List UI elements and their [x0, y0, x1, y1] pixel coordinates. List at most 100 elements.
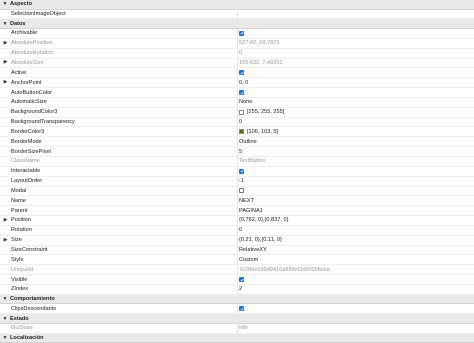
property-value[interactable]: 0, 0: [239, 80, 474, 86]
property-value[interactable]: [239, 90, 474, 96]
color-swatch[interactable]: [239, 129, 244, 135]
section-header[interactable]: ▼ Datos: [0, 19, 474, 30]
property-name: AnchorPoint: [11, 79, 42, 86]
section-header[interactable]: ▼ Comportamiento: [0, 294, 474, 305]
property-row[interactable]: LayoutOrder -1: [0, 176, 474, 187]
property-value[interactable]: None: [239, 99, 474, 105]
property-row[interactable]: BackgroundColor3 [255, 255, 255]: [0, 107, 474, 118]
property-value[interactable]: [239, 70, 474, 76]
property-value[interactable]: -1: [239, 178, 474, 184]
property-row[interactable]: ▶ AbsolutePosition 527.42, 69.7873: [0, 38, 474, 49]
property-name: AbsoluteSize: [11, 59, 44, 66]
property-name: Archivable: [11, 30, 38, 37]
property-value[interactable]: 0: [239, 50, 474, 56]
property-row[interactable]: AbsoluteRotation 0: [0, 48, 474, 59]
column-divider: [237, 235, 238, 245]
checkbox-checked[interactable]: [239, 90, 244, 96]
property-row[interactable]: UniqueId 7c200e199d0416af06fef3c0000bcba: [0, 265, 474, 276]
property-value[interactable]: 155.632, 7.49251: [239, 60, 474, 66]
property-row[interactable]: BorderMode Outline: [0, 137, 474, 148]
property-row[interactable]: AutoButtonColor: [0, 88, 474, 98]
property-name: Rotation: [11, 227, 32, 234]
chevron-right-icon[interactable]: ▶: [0, 238, 11, 243]
property-row[interactable]: Visible: [0, 275, 474, 285]
property-name: AutoButtonColor: [11, 89, 53, 96]
chevron-right-icon[interactable]: ▶: [0, 60, 11, 65]
property-value[interactable]: [239, 188, 474, 194]
property-name: Parent: [11, 207, 28, 214]
property-row[interactable]: BorderColor3 [106, 103, 5]: [0, 127, 474, 138]
property-value-text: NEXT: [239, 197, 254, 204]
property-row[interactable]: Style Custom: [0, 255, 474, 266]
property-row[interactable]: Rotation 0: [0, 225, 474, 236]
property-value[interactable]: 7c200e199d0416af06fef3c0000bcba: [239, 267, 474, 273]
property-row[interactable]: ▶ Position {0.762, 0},{0.837, 0}: [0, 216, 474, 226]
property-value[interactable]: Outline: [239, 139, 474, 145]
chevron-down-icon[interactable]: ▼: [0, 296, 10, 302]
property-value[interactable]: 0: [239, 119, 474, 125]
property-row[interactable]: Name NEXT: [0, 196, 474, 207]
property-value-text: 0: [239, 50, 243, 57]
checkbox-checked[interactable]: [239, 30, 244, 36]
property-row[interactable]: Archivable: [0, 29, 474, 39]
property-row[interactable]: GuiState Idle: [0, 323, 474, 334]
chevron-right-icon[interactable]: ▶: [0, 218, 11, 223]
property-row[interactable]: Modal: [0, 186, 474, 197]
property-row[interactable]: ▶ AnchorPoint 0, 0: [0, 78, 474, 89]
property-name: Active: [11, 69, 27, 76]
chevron-right-icon[interactable]: ▶: [0, 41, 11, 46]
property-value[interactable]: RelativeXY: [239, 247, 474, 253]
property-value[interactable]: [239, 168, 474, 174]
property-row[interactable]: ▶ AbsoluteSize 155.632, 7.49251: [0, 58, 474, 69]
checkbox-checked[interactable]: [239, 277, 244, 283]
color-swatch[interactable]: [239, 109, 244, 115]
property-row[interactable]: BackgroundTransparency 0: [0, 117, 474, 128]
chevron-down-icon[interactable]: ▼: [0, 335, 10, 341]
property-row[interactable]: SelectionImageObject: [0, 9, 474, 20]
property-value[interactable]: {0.762, 0},{0.837, 0}: [239, 217, 474, 223]
column-divider: [237, 127, 238, 137]
property-value[interactable]: {0.21, 0},{0.11, 0}: [239, 237, 474, 243]
property-row[interactable]: ▶ Size {0.21, 0},{0.11, 0}: [0, 235, 474, 246]
property-value[interactable]: [239, 306, 474, 312]
section-header[interactable]: ▼ Estado: [0, 314, 474, 324]
property-value[interactable]: [239, 277, 474, 283]
chevron-down-icon[interactable]: ▼: [0, 316, 10, 322]
column-divider: [237, 225, 238, 235]
section-header[interactable]: ▼ Localización: [0, 333, 474, 343]
property-value[interactable]: [106, 103, 5]: [239, 129, 474, 135]
property-value[interactable]: 5: [239, 149, 474, 155]
property-row[interactable]: Parent PAGINA1: [0, 206, 474, 217]
property-row[interactable]: SizeConstraint RelativeXY: [0, 245, 474, 256]
property-row[interactable]: AutomaticSize None: [0, 97, 474, 108]
property-row[interactable]: Active: [0, 68, 474, 79]
property-value[interactable]: 2: [239, 286, 474, 292]
property-value[interactable]: NEXT: [239, 198, 474, 204]
property-row[interactable]: ClassName TextButton: [0, 157, 474, 167]
section-title: Estado: [10, 315, 29, 322]
property-row[interactable]: ZIndex 2: [0, 284, 474, 295]
property-row[interactable]: Interactable: [0, 166, 474, 177]
checkbox-checked[interactable]: [239, 168, 244, 174]
property-row[interactable]: ClipsDescendants: [0, 304, 474, 315]
property-value-text: [106, 103, 5]: [247, 128, 279, 135]
property-name: BorderMode: [11, 138, 42, 145]
checkbox-checked[interactable]: [239, 70, 244, 76]
chevron-down-icon[interactable]: ▼: [0, 1, 10, 7]
property-name: BackgroundTransparency: [11, 119, 75, 126]
property-value[interactable]: TextButton: [239, 158, 474, 164]
checkbox-checked[interactable]: [239, 306, 244, 312]
property-value[interactable]: PAGINA1: [239, 208, 474, 214]
property-row[interactable]: BorderSizePixel 5: [0, 147, 474, 157]
property-value[interactable]: Idle: [239, 325, 474, 331]
chevron-right-icon[interactable]: ▶: [0, 80, 11, 85]
section-header[interactable]: ▼ Aspecto: [0, 0, 474, 10]
property-value[interactable]: Custom: [239, 257, 474, 263]
property-value[interactable]: [239, 30, 474, 36]
property-name: LayoutOrder: [11, 178, 43, 185]
chevron-down-icon[interactable]: ▼: [0, 21, 10, 27]
property-value[interactable]: 527.42, 69.7873: [239, 40, 474, 46]
property-value[interactable]: [255, 255, 255]: [239, 109, 474, 115]
property-value[interactable]: 0: [239, 227, 474, 233]
checkbox-unchecked[interactable]: [239, 188, 244, 194]
